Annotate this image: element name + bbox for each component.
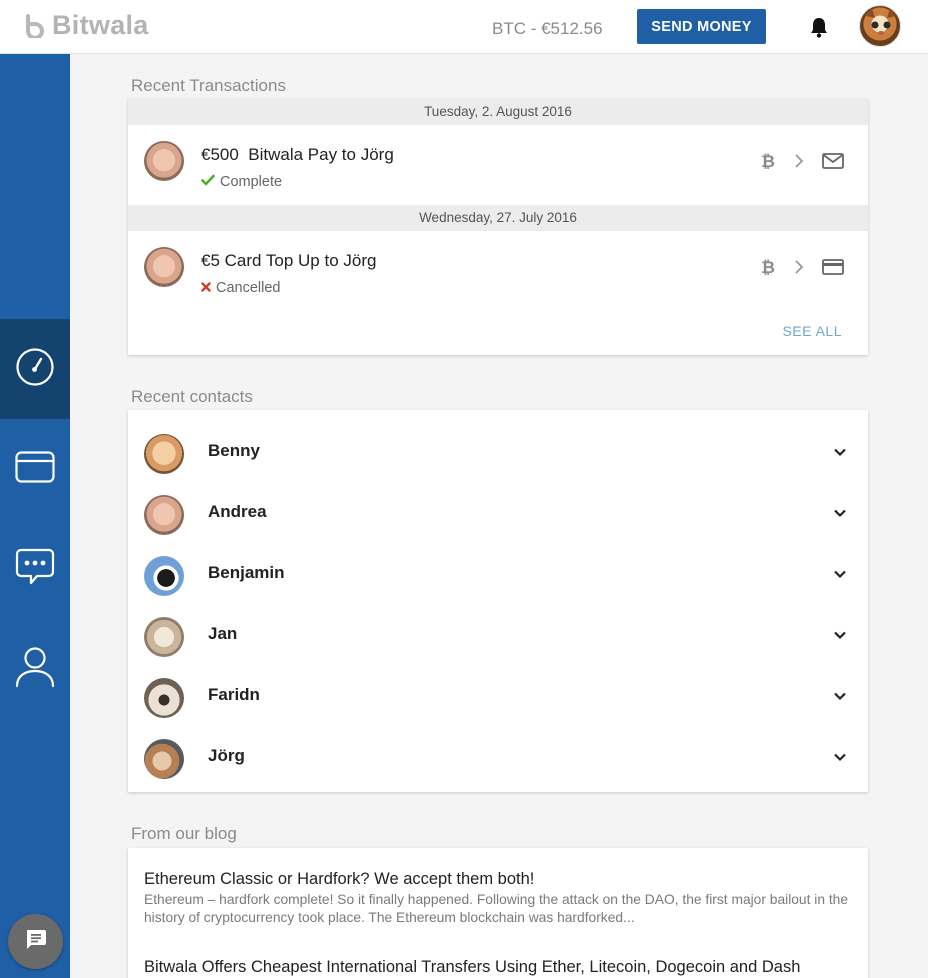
chevron-down-icon[interactable] <box>832 627 848 643</box>
contact-row-faridn[interactable]: Faridn <box>128 664 868 725</box>
credit-card-icon <box>822 259 844 280</box>
contact-avatar <box>144 141 184 181</box>
contact-name: Andrea <box>208 502 267 521</box>
contact-name: Faridn <box>208 685 260 704</box>
bitwala-logo-icon <box>24 13 46 38</box>
blog-post[interactable]: Bitwala Offers Cheapest International Tr… <box>144 958 850 977</box>
contact-avatar <box>144 739 184 779</box>
transactions-card: Tuesday, 2. August 2016 €500 Bitwala Pay… <box>128 99 868 355</box>
cross-icon <box>201 280 211 296</box>
blog-post-title[interactable]: Bitwala Offers Cheapest International Tr… <box>144 958 850 977</box>
bell-icon[interactable] <box>808 15 830 39</box>
top-bar: Bitwala BTC - €512.56 SEND MONEY <box>0 0 928 54</box>
sidebar-item-dashboard[interactable] <box>0 319 70 419</box>
chat-support-button[interactable] <box>8 914 63 969</box>
chevron-right-icon[interactable] <box>794 259 804 280</box>
contact-avatar <box>144 247 184 287</box>
contact-avatar <box>144 617 184 657</box>
user-avatar[interactable] <box>859 5 901 47</box>
transaction-title: €500 Bitwala Pay to Jörg <box>201 145 394 164</box>
transaction-row[interactable]: €5 Card Top Up to Jörg Cancelled ₿ <box>128 231 868 311</box>
transaction-status-text: Cancelled <box>216 280 281 296</box>
chevron-down-icon[interactable] <box>832 444 848 460</box>
envelope-icon <box>822 153 844 174</box>
contact-name: Benny <box>208 441 260 460</box>
blog-card: Ethereum Classic or Hardfork? We accept … <box>128 848 868 978</box>
chevron-down-icon[interactable] <box>832 688 848 704</box>
chat-bubble-icon <box>15 548 55 591</box>
contact-name: Benjamin <box>208 563 285 582</box>
svg-text:₿: ₿ <box>761 258 775 277</box>
contact-row-jorg[interactable]: Jörg <box>128 725 868 786</box>
sidebar-item-profile[interactable] <box>0 619 70 719</box>
contact-avatar <box>144 556 184 596</box>
chevron-down-icon[interactable] <box>832 566 848 582</box>
contact-name: Jan <box>208 624 238 643</box>
checkmark-icon <box>201 174 215 190</box>
credit-card-icon <box>15 450 55 488</box>
bitwala-logo[interactable]: Bitwala <box>24 10 149 41</box>
recent-contacts-title: Recent contacts <box>131 387 253 406</box>
transaction-icons: ₿ <box>760 257 844 282</box>
recent-transactions-title: Recent Transactions <box>131 76 286 95</box>
chevron-down-icon[interactable] <box>832 749 848 765</box>
transaction-status: Complete <box>201 174 282 190</box>
contact-name: Jörg <box>208 746 245 765</box>
sidebar <box>0 54 70 978</box>
transaction-title: €5 Card Top Up to Jörg <box>201 251 377 270</box>
see-all-link[interactable]: SEE ALL <box>782 323 842 339</box>
contact-row-andrea[interactable]: Andrea <box>128 481 868 542</box>
transaction-date-header: Tuesday, 2. August 2016 <box>128 99 868 125</box>
transaction-row[interactable]: €500 Bitwala Pay to Jörg Complete ₿ <box>128 125 868 205</box>
svg-text:₿: ₿ <box>761 152 775 171</box>
send-money-button[interactable]: SEND MONEY <box>637 9 766 44</box>
bitcoin-icon: ₿ <box>760 257 776 282</box>
blog-section-title: From our blog <box>131 824 237 843</box>
blog-post[interactable]: Ethereum Classic or Hardfork? We accept … <box>144 870 850 927</box>
contact-avatar <box>144 678 184 718</box>
blog-post-title[interactable]: Ethereum Classic or Hardfork? We accept … <box>144 870 850 889</box>
logo-text: Bitwala <box>52 10 149 40</box>
contact-avatar <box>144 434 184 474</box>
sidebar-item-card[interactable] <box>0 419 70 519</box>
btc-price: BTC - €512.56 <box>492 19 603 38</box>
transaction-status: Cancelled <box>201 280 281 296</box>
main-content: Recent Transactions Tuesday, 2. August 2… <box>70 54 928 978</box>
blog-post-excerpt: Ethereum – hardfork complete! So it fina… <box>144 892 849 925</box>
contact-row-jan[interactable]: Jan <box>128 603 868 664</box>
user-icon <box>15 646 55 693</box>
chevron-right-icon[interactable] <box>794 153 804 174</box>
transaction-icons: ₿ <box>760 151 844 176</box>
contact-row-benjamin[interactable]: Benjamin <box>128 542 868 603</box>
message-icon <box>25 928 47 955</box>
transaction-date-header: Wednesday, 27. July 2016 <box>128 205 868 231</box>
chevron-down-icon[interactable] <box>832 505 848 521</box>
contact-avatar <box>144 495 184 535</box>
gauge-icon <box>15 347 55 392</box>
contact-row-benny[interactable]: Benny <box>128 420 868 481</box>
bitcoin-icon: ₿ <box>760 151 776 176</box>
sidebar-item-messages[interactable] <box>0 519 70 619</box>
contacts-card: Benny Andrea Benjamin Jan Faridn Jörg <box>128 410 868 792</box>
transaction-status-text: Complete <box>220 174 283 190</box>
